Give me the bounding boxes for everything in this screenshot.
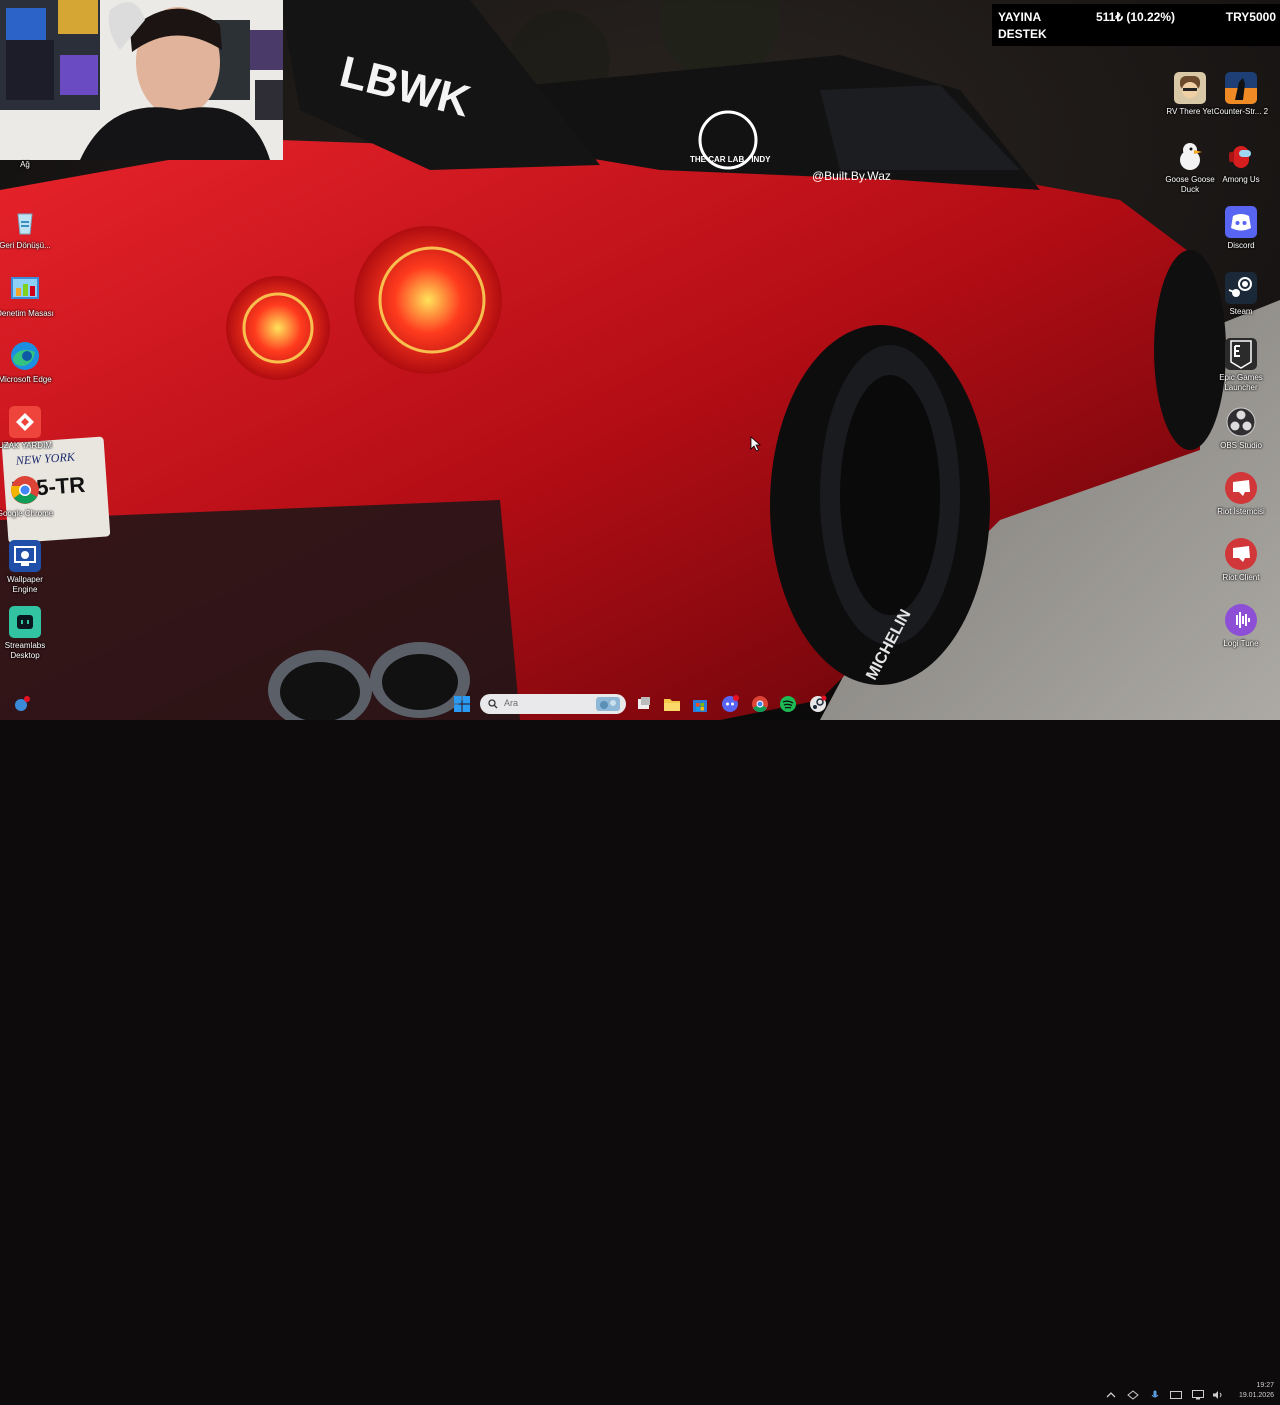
desktop-icon-label: Ağ (20, 160, 30, 169)
search-icon (488, 699, 498, 709)
file-explorer-icon[interactable] (662, 694, 682, 714)
rv-there-yet-icon (1174, 72, 1206, 104)
desktop-icon-among-us[interactable]: Among Us (1211, 140, 1271, 185)
wallpaper-engine-icon (9, 540, 41, 572)
desktop-icon-label: Counter-Str... 2 (1213, 107, 1269, 116)
desktop-icon-obs[interactable]: OBS Studio (1211, 406, 1271, 451)
recycle-bin-icon (9, 206, 41, 238)
desktop-icon-network[interactable]: Ağ (0, 160, 55, 170)
anydesk-icon (9, 406, 41, 438)
logi-tune-icon (1225, 604, 1257, 636)
goose-goose-duck-icon (1174, 140, 1206, 172)
weather-widget-icon[interactable] (12, 694, 32, 714)
steam-taskbar-icon[interactable] (808, 694, 828, 714)
obs-icon (1225, 406, 1257, 438)
donation-goal: TRY5000 (1225, 10, 1276, 24)
donation-goal-overlay: YAYINA DESTEK 511₺ (10.22%) TRY5000 (992, 4, 1280, 46)
desktop-icon-control-panel[interactable]: Denetim Masası (0, 274, 55, 319)
donation-title-line1: YAYINA (998, 10, 1042, 24)
volume-tray-icon[interactable] (1212, 1387, 1222, 1399)
desktop-icon-label: Logi Tune (1223, 639, 1259, 648)
desktop-icon-label: Steam (1229, 307, 1253, 316)
desktop-icon-logi-tune[interactable]: Logi Tune (1211, 604, 1271, 649)
chrome-taskbar-icon[interactable] (750, 694, 770, 714)
mouse-cursor-icon (750, 436, 762, 452)
desktop-icon-label: UZAK YARDIM (0, 441, 52, 450)
desktop-icon-label: Streamlabs Desktop (4, 641, 46, 660)
discord-icon (1225, 206, 1257, 238)
desktop-icon-chrome[interactable]: Google Chrome (0, 474, 55, 519)
desktop-icon-label: Among Us (1222, 175, 1260, 184)
steam-icon (1225, 272, 1257, 304)
streamlabs-icon (9, 606, 41, 638)
desktop-icon-epic-games[interactable]: Epic Games Launcher (1211, 338, 1271, 393)
task-view-button[interactable] (634, 694, 654, 714)
discord-taskbar-icon[interactable] (720, 694, 740, 714)
desktop-icon-label: OBS Studio (1220, 441, 1262, 450)
webcam-overlay (0, 0, 283, 160)
desktop-icon-riot-client[interactable]: Riot Client (1211, 538, 1271, 583)
desktop-icon-label: Riot İstemcisi (1217, 507, 1265, 516)
riot-client-icon (1225, 538, 1257, 570)
desktop-icon-label: Geri Dönüşü... (0, 241, 51, 250)
spotify-taskbar-icon[interactable] (778, 694, 798, 714)
network-tray-icon[interactable] (1127, 1387, 1139, 1400)
desktop-icon-recycle-bin[interactable]: Geri Dönüşü... (0, 206, 55, 251)
keyboard-tray-icon[interactable] (1170, 1387, 1182, 1399)
desktop-icon-steam[interactable]: Steam (1211, 272, 1271, 317)
clock-time: 19:27 (1256, 1382, 1274, 1389)
desktop-icon-label: Epic Games Launcher (1219, 373, 1263, 392)
display-tray-icon[interactable] (1192, 1387, 1204, 1400)
desktop-icon-label: Wallpaper Engine (7, 575, 43, 594)
donation-title-line2: DESTEK (998, 27, 1047, 41)
desktop-icon-edge[interactable]: Microsoft Edge (0, 340, 55, 385)
taskbar: 19:27 19.01.2026 (0, 688, 1280, 1400)
desktop-icon-riot-istemcisi[interactable]: Riot İstemcisi (1211, 472, 1271, 517)
desktop-icon-label: Google Chrome (0, 509, 54, 518)
taskbar-search-box[interactable]: Ara (480, 694, 626, 714)
chrome-icon (9, 474, 41, 506)
desktop-icon-wallpaper-engine[interactable]: Wallpaper Engine (0, 540, 55, 595)
sticker-handle: @Built.By.Waz (812, 169, 891, 183)
desktop-icon-label: Riot Client (1222, 573, 1260, 582)
desktop-icon-label: Denetim Masası (0, 309, 54, 318)
search-placeholder: Ara (504, 698, 519, 708)
desktop-icon-label: Discord (1227, 241, 1255, 250)
control-panel-icon (9, 274, 41, 306)
desktop-icon-discord[interactable]: Discord (1211, 206, 1271, 251)
epic-games-icon (1225, 338, 1257, 370)
desktop-icon-anydesk[interactable]: UZAK YARDIM (0, 406, 55, 451)
edge-icon (9, 340, 41, 372)
riot-client-icon (1225, 472, 1257, 504)
microphone-tray-icon[interactable] (1150, 1387, 1160, 1398)
microsoft-store-icon[interactable] (690, 694, 710, 714)
desktop-icon-streamlabs[interactable]: Streamlabs Desktop (0, 606, 55, 661)
desktop-icon-counter-strike[interactable]: Counter-Str... 2 (1211, 72, 1271, 117)
search-highlight-icon (596, 697, 620, 711)
among-us-icon (1225, 140, 1257, 172)
start-button[interactable] (452, 694, 472, 714)
donation-amount: 511₺ (10.22%) (1096, 10, 1176, 24)
desktop-icon-label: Microsoft Edge (0, 375, 52, 384)
show-hidden-icons-chevron-icon[interactable] (1106, 1387, 1116, 1398)
system-clock[interactable]: 19:27 19.01.2026 (1232, 1381, 1274, 1401)
sticker-text: THE CAR LAB - INDY (690, 155, 771, 164)
counter-strike-icon (1225, 72, 1257, 104)
clock-date: 19.01.2026 (1238, 1392, 1274, 1399)
